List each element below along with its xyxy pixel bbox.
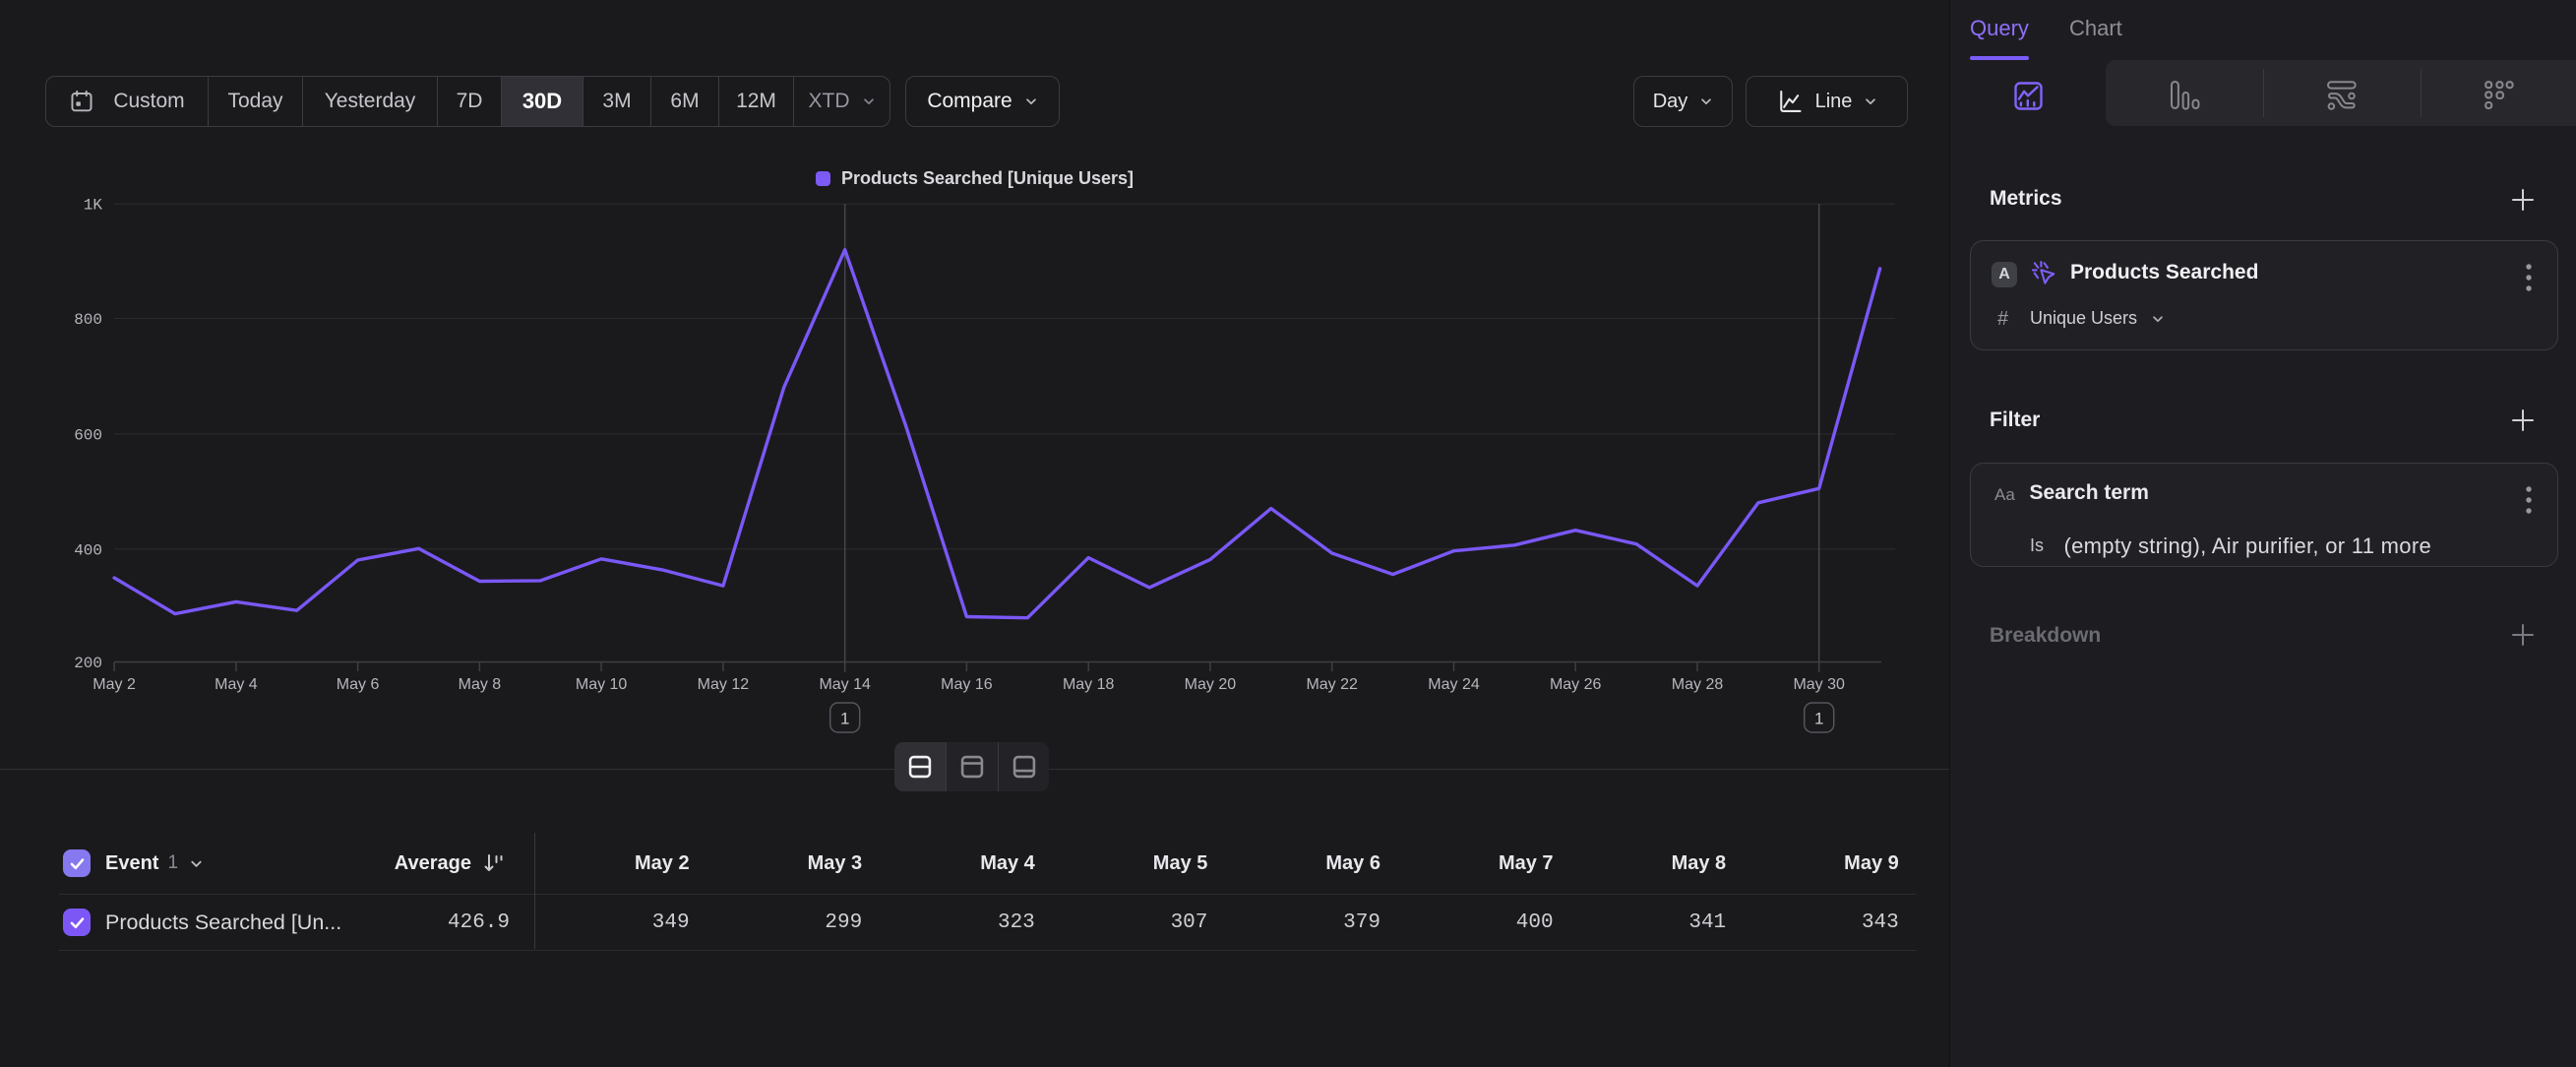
- svg-text:May 14: May 14: [819, 676, 871, 693]
- svg-text:1K: 1K: [84, 197, 103, 215]
- svg-text:May 6: May 6: [337, 676, 380, 693]
- svg-text:May 30: May 30: [1793, 676, 1845, 693]
- svg-text:May 12: May 12: [698, 676, 750, 693]
- svg-text:400: 400: [74, 541, 102, 559]
- svg-text:May 20: May 20: [1185, 676, 1237, 693]
- svg-text:May 8: May 8: [459, 676, 502, 693]
- svg-text:1: 1: [1814, 710, 1823, 728]
- svg-text:800: 800: [74, 311, 102, 329]
- svg-text:May 22: May 22: [1306, 676, 1358, 693]
- svg-text:May 2: May 2: [92, 676, 136, 693]
- svg-text:May 16: May 16: [941, 676, 993, 693]
- svg-text:May 10: May 10: [576, 676, 628, 693]
- svg-text:May 18: May 18: [1063, 676, 1115, 693]
- svg-text:600: 600: [74, 427, 102, 445]
- svg-text:200: 200: [74, 655, 102, 672]
- svg-text:May 28: May 28: [1672, 676, 1724, 693]
- svg-text:May 4: May 4: [215, 676, 258, 693]
- svg-text:May 24: May 24: [1428, 676, 1480, 693]
- svg-text:1: 1: [840, 710, 849, 728]
- svg-text:May 26: May 26: [1550, 676, 1602, 693]
